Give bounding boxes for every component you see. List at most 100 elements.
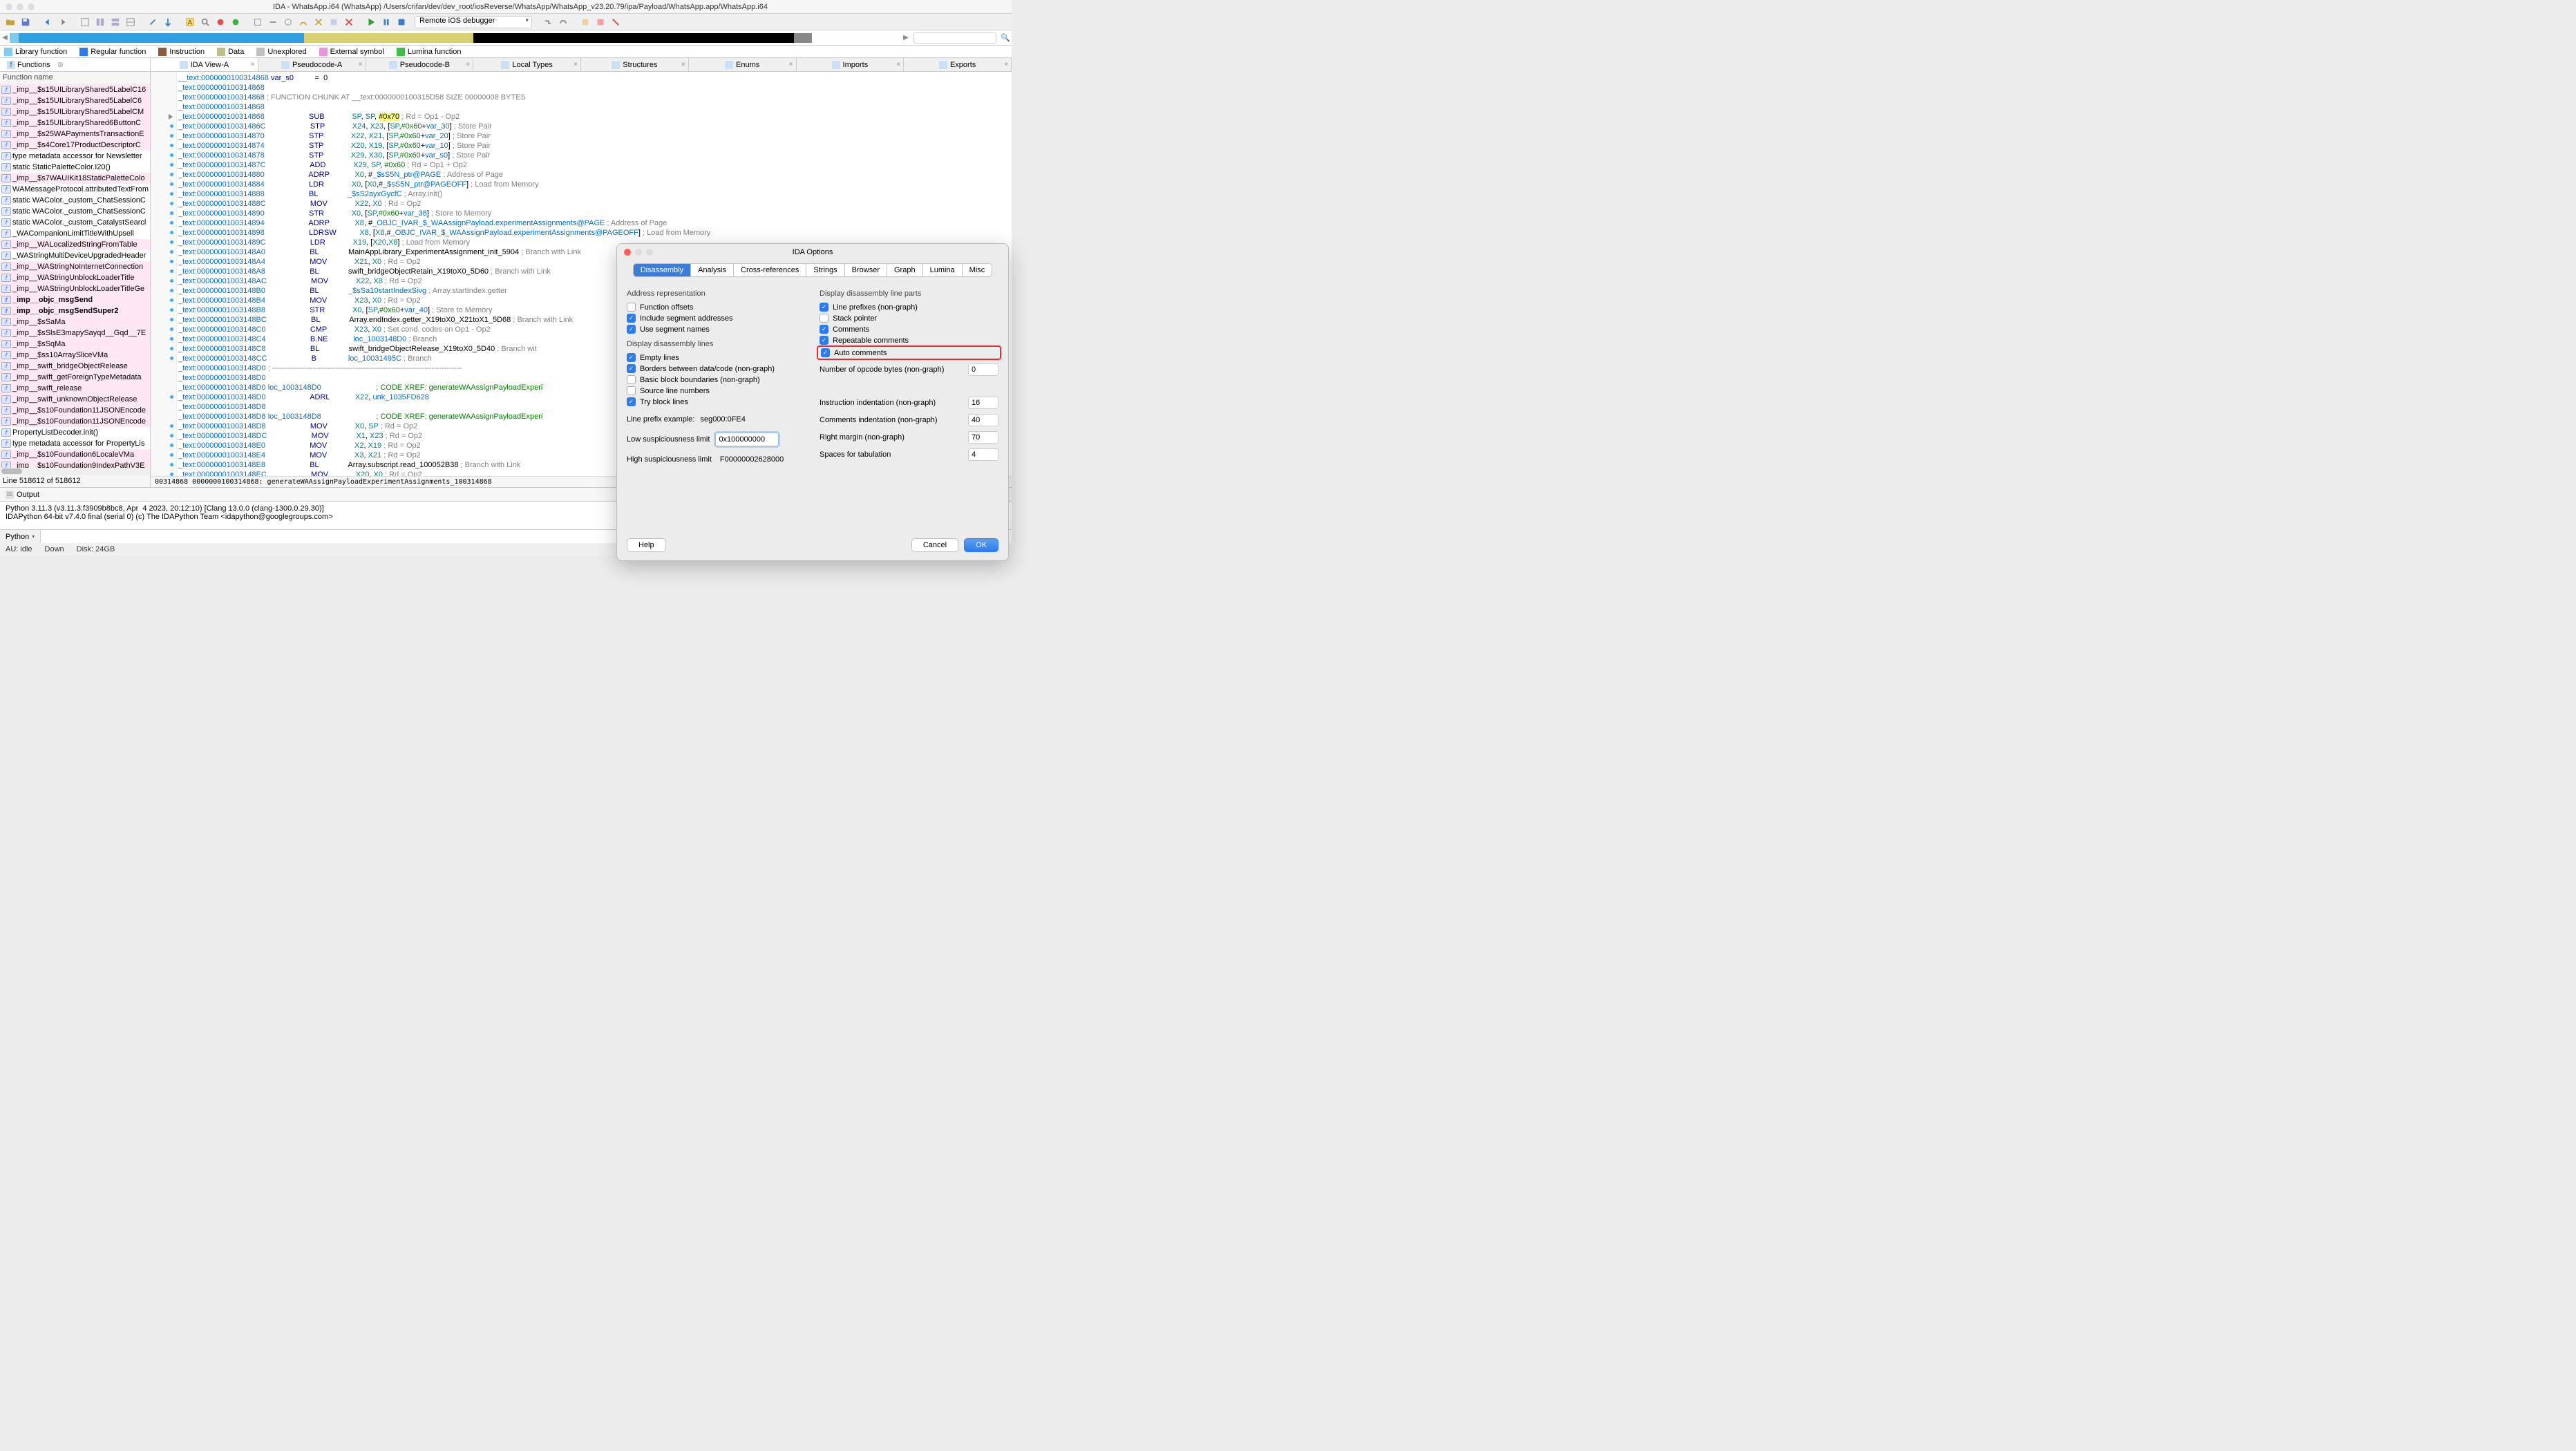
ok-button[interactable]: OK xyxy=(964,538,998,552)
step-over-icon[interactable] xyxy=(557,16,569,28)
help-button[interactable]: Help xyxy=(627,538,666,552)
function-row[interactable]: WAMessageProtocol.attributedTextFrom xyxy=(0,184,150,195)
tool-icon[interactable] xyxy=(609,16,622,28)
function-row[interactable]: _imp__objc_msgSend xyxy=(0,294,150,305)
save-icon[interactable] xyxy=(19,16,32,28)
tool-icon[interactable] xyxy=(328,16,340,28)
function-row[interactable]: _imp__$ss10ArraySliceVMa xyxy=(0,350,150,361)
close-icon[interactable]: × xyxy=(681,61,685,68)
sidebar-hscroll[interactable] xyxy=(0,468,150,475)
chk-stack-pointer[interactable]: Stack pointer xyxy=(820,314,998,323)
function-row[interactable]: _imp__$s15UILibraryShared5LabelC6 xyxy=(0,95,150,106)
close-icon[interactable]: × xyxy=(896,61,900,68)
close-icon[interactable]: × xyxy=(359,61,363,68)
function-row[interactable]: _WAStringMultiDeviceUpgradedHeader xyxy=(0,250,150,261)
close-icon[interactable]: × xyxy=(574,61,578,68)
sidebar-tab-close-icon[interactable]: ⊗ xyxy=(57,60,64,69)
tool-icon[interactable] xyxy=(162,16,174,28)
close-icon[interactable] xyxy=(343,16,355,28)
stop-icon[interactable] xyxy=(395,16,408,28)
functions-tab[interactable]: f Functions xyxy=(3,59,55,70)
navigation-band[interactable]: ◀ ▶ 🔍 xyxy=(0,30,1012,46)
function-row[interactable]: _imp__$s10Foundation11JSONEncode xyxy=(0,405,150,416)
tool-icon[interactable] xyxy=(252,16,264,28)
function-list[interactable]: _imp__$s15UILibraryShared5LabelC16_imp__… xyxy=(0,84,150,468)
back-icon[interactable] xyxy=(41,16,54,28)
chk-comments[interactable]: Comments xyxy=(820,325,998,334)
function-row[interactable]: _imp__objc_msgSendSuper2 xyxy=(0,305,150,316)
close-icon[interactable]: × xyxy=(789,61,793,68)
doc-tab[interactable]: Structures× xyxy=(581,58,689,71)
function-row[interactable]: _imp__swift_bridgeObjectRelease xyxy=(0,361,150,372)
pause-icon[interactable] xyxy=(380,16,392,28)
close-icon[interactable]: × xyxy=(466,61,470,68)
dialog-traffic-lights[interactable] xyxy=(624,249,653,256)
play-icon[interactable] xyxy=(365,16,377,28)
tool-icon[interactable] xyxy=(79,16,91,28)
function-row[interactable]: _imp__$s4Core17ProductDescriptorC xyxy=(0,140,150,151)
function-row[interactable]: _imp__swift_getForeignTypeMetadata xyxy=(0,372,150,383)
function-row[interactable]: _imp__$s15UILibraryShared5LabelC16 xyxy=(0,84,150,95)
chk-include-segment-addresses[interactable]: Include segment addresses xyxy=(627,314,806,323)
dialog-tab[interactable]: Misc xyxy=(963,264,992,276)
dialog-tab[interactable]: Cross-references xyxy=(734,264,806,276)
tool-icon[interactable] xyxy=(124,16,137,28)
tool-icon[interactable] xyxy=(109,16,122,28)
dialog-tab[interactable]: Browser xyxy=(845,264,887,276)
function-row[interactable]: static WAColor._custom_CatalystSearcl xyxy=(0,217,150,228)
function-row[interactable]: _imp__$s25WAPaymentsTransactionE xyxy=(0,129,150,140)
tool-icon[interactable] xyxy=(579,16,591,28)
nav-right-icon[interactable]: ▶ xyxy=(901,34,911,41)
doc-tab[interactable]: Enums× xyxy=(689,58,797,71)
chk-basic-block-boundaries[interactable]: Basic block boundaries (non-graph) xyxy=(627,375,806,384)
function-row[interactable]: _imp__$s10Foundation11JSONEncode xyxy=(0,416,150,427)
function-name-header[interactable]: Function name xyxy=(0,72,150,84)
doc-tab[interactable]: Pseudocode-B× xyxy=(366,58,474,71)
tool-icon[interactable] xyxy=(282,16,294,28)
tool-icon[interactable] xyxy=(594,16,607,28)
dialog-tab[interactable]: Graph xyxy=(887,264,923,276)
opcode-bytes-input[interactable] xyxy=(968,363,998,376)
function-row[interactable]: _imp__swift_unknownObjectRelease xyxy=(0,394,150,405)
comment-indent-input[interactable] xyxy=(968,414,998,426)
close-icon[interactable]: × xyxy=(1004,61,1008,68)
step-icon[interactable] xyxy=(542,16,554,28)
chk-use-segment-names[interactable]: Use segment names xyxy=(627,325,806,334)
cancel-button[interactable]: Cancel xyxy=(911,538,958,552)
dialog-tab[interactable]: Disassembly xyxy=(634,264,691,276)
nav-search-input[interactable] xyxy=(913,32,996,44)
function-row[interactable]: _imp__$sSaMa xyxy=(0,316,150,328)
function-row[interactable]: _imp__WAStringUnblockLoaderTitle xyxy=(0,272,150,283)
run-dot-icon[interactable] xyxy=(229,16,242,28)
function-row[interactable]: _imp__WAStringNoInternetConnection xyxy=(0,261,150,272)
traffic-lights[interactable] xyxy=(6,3,35,10)
function-row[interactable]: _imp__$sSlsE3mapySayqd__Gqd__7E xyxy=(0,328,150,339)
nav-left-icon[interactable]: ◀ xyxy=(0,34,10,41)
doc-tab[interactable]: Exports× xyxy=(904,58,1012,71)
function-row[interactable]: _imp__$s15UILibraryShared5LabelCM xyxy=(0,106,150,117)
chk-line-prefixes[interactable]: Line prefixes (non-graph) xyxy=(820,303,998,312)
chk-auto-comments[interactable]: Auto comments xyxy=(821,348,887,357)
tool-icon[interactable] xyxy=(94,16,106,28)
doc-tab[interactable]: Local Types× xyxy=(473,58,581,71)
tool-icon[interactable] xyxy=(146,16,159,28)
close-icon[interactable]: × xyxy=(251,61,255,68)
chk-empty-lines[interactable]: Empty lines xyxy=(627,353,806,362)
function-row[interactable]: _imp__WALocalizedStringFromTable xyxy=(0,239,150,250)
tool-icon[interactable] xyxy=(312,16,325,28)
function-row[interactable]: PropertyListDecoder.init() xyxy=(0,427,150,438)
spaces-tab-input[interactable] xyxy=(968,448,998,461)
text-icon[interactable]: A xyxy=(184,16,196,28)
nav-search-icon[interactable]: 🔍 xyxy=(999,32,1012,44)
dialog-tab[interactable]: Lumina xyxy=(923,264,963,276)
open-icon[interactable] xyxy=(4,16,17,28)
function-row[interactable]: static WAColor._custom_ChatSessionC xyxy=(0,206,150,217)
function-row[interactable]: static StaticPaletteColor.I20() xyxy=(0,162,150,173)
function-row[interactable]: _imp__WAStringUnblockLoaderTitleGe xyxy=(0,283,150,294)
dialog-tab[interactable]: Analysis xyxy=(691,264,734,276)
breakpoint-icon[interactable] xyxy=(214,16,227,28)
function-row[interactable]: _imp__$s7WAUIKit18StaticPaletteColo xyxy=(0,173,150,184)
search-icon[interactable] xyxy=(199,16,211,28)
function-row[interactable]: type metadata accessor for Newsletter xyxy=(0,151,150,162)
function-row[interactable]: _imp__$s10Foundation9IndexPathV3E xyxy=(0,460,150,468)
